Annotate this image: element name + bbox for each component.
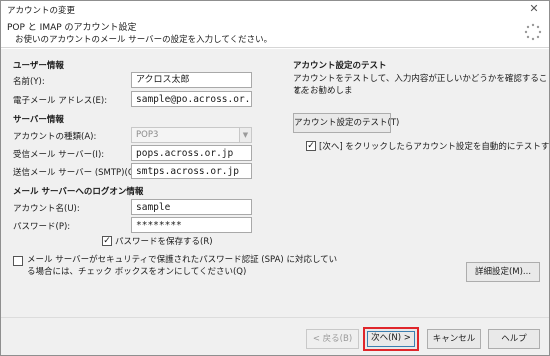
remember-password-checkbox[interactable]: ✓ bbox=[102, 236, 112, 246]
auto-test-label[interactable]: [次へ] をクリックしたらアカウント設定を自動的にテストする(S) bbox=[319, 140, 550, 152]
page-title: POP と IMAP のアカウント設定 bbox=[7, 23, 137, 33]
title-bar: アカウントの変更 ✕ bbox=[1, 1, 549, 18]
name-label: 名前(Y): bbox=[13, 77, 45, 87]
more-settings-button[interactable]: 詳細設定(M)... bbox=[466, 262, 540, 282]
account-type-label: アカウントの種類(A): bbox=[13, 132, 97, 142]
account-settings-dialog: アカウントの変更 ✕ POP と IMAP のアカウント設定 お使いのアカウント… bbox=[0, 0, 550, 356]
next-button[interactable]: 次へ(N) > bbox=[363, 327, 419, 351]
dialog-footer: < 戻る(B) 次へ(N) > キャンセル ヘルプ bbox=[1, 317, 549, 355]
outgoing-server-field[interactable]: smtps.across.or.jp bbox=[131, 163, 252, 179]
page-subtitle: お使いのアカウントのメール サーバーの設定を入力してください。 bbox=[15, 35, 273, 45]
next-button-label: 次へ(N) > bbox=[367, 331, 415, 347]
dialog-header: POP と IMAP のアカウント設定 お使いのアカウントのメール サーバーの設… bbox=[1, 18, 549, 48]
remember-password-label[interactable]: パスワードを保存する(R) bbox=[115, 235, 213, 247]
server-info-heading: サーバー情報 bbox=[13, 115, 64, 125]
password-field[interactable]: ******** bbox=[131, 217, 252, 233]
busy-cursor-icon bbox=[524, 23, 542, 41]
name-field[interactable]: アクロス太郎 bbox=[131, 72, 252, 88]
spa-label-line2[interactable]: る場合には、チェック ボックスをオンにしてください(Q) bbox=[27, 265, 246, 277]
spa-label-line1[interactable]: メール サーバーがセキュリティで保護されたパスワード認証 (SPA) に対応して… bbox=[27, 253, 337, 265]
close-icon[interactable]: ✕ bbox=[527, 2, 541, 16]
outgoing-server-label: 送信メール サーバー (SMTP)(O): bbox=[13, 168, 141, 178]
logon-info-heading: メール サーバーへのログオン情報 bbox=[13, 187, 144, 197]
incoming-server-field[interactable]: pops.across.or.jp bbox=[131, 145, 252, 161]
spa-checkbox[interactable] bbox=[13, 256, 23, 266]
settings-panel: ユーザー情報 名前(Y): アクロス太郎 電子メール アドレス(E): samp… bbox=[1, 49, 550, 317]
password-label: パスワード(P): bbox=[13, 222, 71, 232]
email-label: 電子メール アドレス(E): bbox=[13, 96, 108, 106]
back-button[interactable]: < 戻る(B) bbox=[306, 329, 359, 349]
auto-test-checkbox[interactable]: ✓ bbox=[306, 141, 316, 151]
test-heading: アカウント設定のテスト bbox=[293, 61, 387, 71]
chevron-down-icon: ▼ bbox=[239, 128, 251, 142]
email-field[interactable]: sample@po.across.or.jp bbox=[131, 91, 252, 107]
help-button[interactable]: ヘルプ bbox=[488, 329, 540, 349]
cancel-button[interactable]: キャンセル bbox=[427, 329, 481, 349]
account-name-label: アカウント名(U): bbox=[13, 204, 80, 214]
user-info-heading: ユーザー情報 bbox=[13, 61, 64, 71]
test-account-settings-button[interactable]: アカウント設定のテスト(T) bbox=[293, 113, 399, 133]
test-description-line1: アカウントをテストして、入力内容が正しいかどうかを確認することをお勧めしま bbox=[293, 74, 548, 96]
incoming-server-label: 受信メール サーバー(I): bbox=[13, 150, 105, 160]
test-description-line2: す。 bbox=[293, 86, 310, 96]
account-type-value: POP3 bbox=[136, 130, 159, 140]
window-title: アカウントの変更 bbox=[7, 6, 76, 16]
account-type-select: POP3 ▼ bbox=[131, 127, 252, 143]
account-name-field[interactable]: sample bbox=[131, 199, 252, 215]
